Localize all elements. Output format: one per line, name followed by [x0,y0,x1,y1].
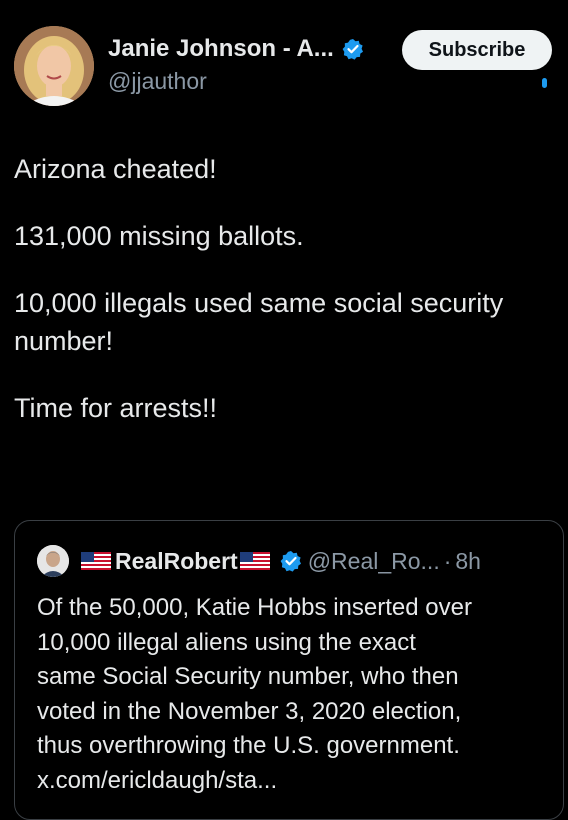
author-display-name[interactable]: Janie Johnson - A... [108,35,334,63]
quoted-tweet-card[interactable]: RealRobert @Real_Ro... · 8h Of the 50,00… [14,520,564,820]
tweet-text: Arizona cheated! 131,000 missing ballots… [14,150,554,456]
separator-dot: · [443,547,452,574]
woman-portrait-avatar-icon [14,26,94,106]
tweet-header: Janie Johnson - A... @jjauthor Subscribe [14,26,554,108]
us-flag-icon [239,552,270,570]
quoted-author-avatar[interactable] [37,545,69,577]
tweet-paragraph: Arizona cheated! [14,154,217,184]
us-flag-icon [81,552,111,570]
verified-badge-icon [280,550,302,572]
quoted-tweet-text: Of the 50,000, Katie Hobbs inserted over… [37,594,472,794]
tweet-paragraph: 131,000 missing ballots. [14,221,304,251]
scroll-indicator [542,78,547,88]
tweet-paragraph: Time for arrests!! [14,393,218,423]
tweet-paragraph: 10,000 illegals used same social securit… [14,288,504,356]
subscribe-button[interactable]: Subscribe [402,30,552,70]
author-avatar[interactable] [14,26,94,106]
man-portrait-avatar-icon [37,545,69,577]
quoted-author-handle[interactable]: @Real_Ro... [308,548,440,575]
author-name-block: Janie Johnson - A... @jjauthor [108,34,364,95]
verified-badge-icon [342,38,364,60]
author-handle[interactable]: @jjauthor [108,68,364,95]
quoted-tweet-time[interactable]: 8h [455,548,481,575]
quoted-tweet-header: RealRobert @Real_Ro... · 8h [37,545,481,577]
quoted-author-name[interactable]: RealRobert [115,548,238,575]
author-name-row: Janie Johnson - A... [108,34,364,64]
